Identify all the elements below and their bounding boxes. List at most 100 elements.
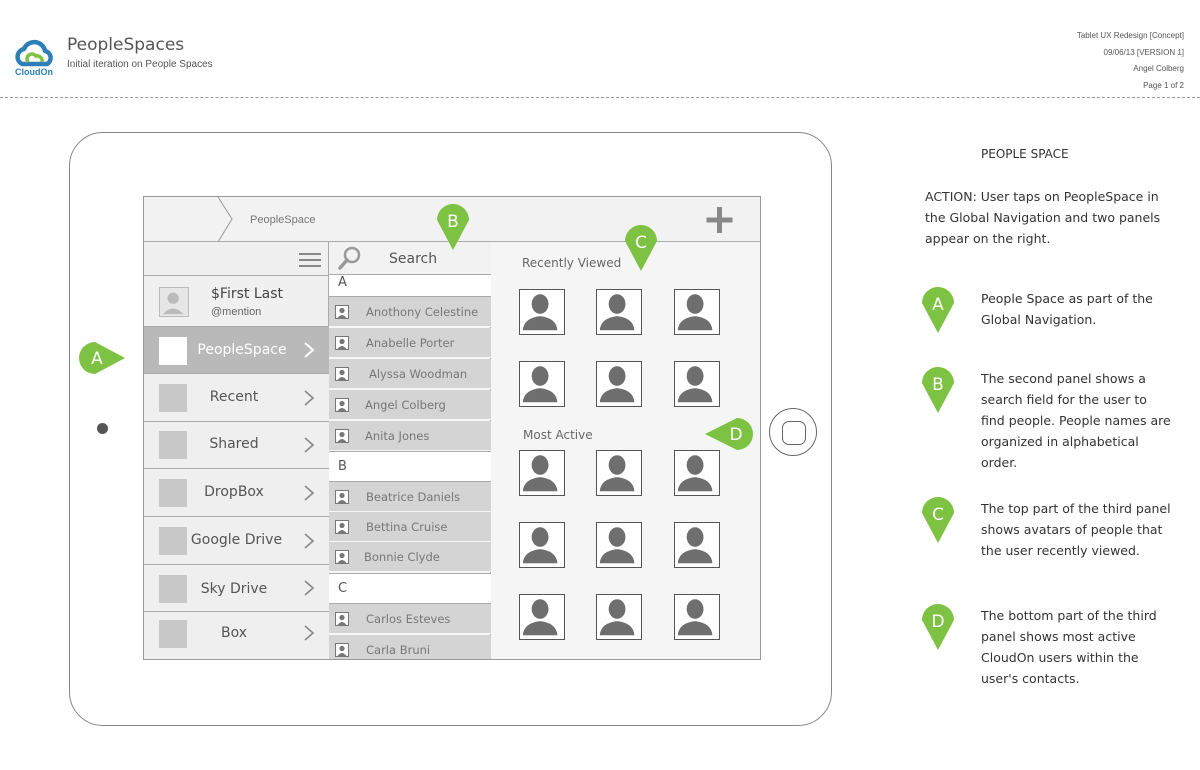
letter-header-b: B: [329, 451, 491, 482]
nav-item-icon: [159, 620, 187, 648]
person-row[interactable]: Carlos Esteves: [329, 604, 491, 634]
person-silhouette-icon: [677, 599, 713, 636]
home-button[interactable]: [769, 408, 817, 456]
person-name: Carla Bruni: [366, 643, 431, 657]
document-meta: Tablet UX Redesign [Concept] 09/06/13 [V…: [1077, 28, 1184, 94]
person-row[interactable]: Anita Jones: [329, 421, 491, 451]
person-silhouette-icon: [677, 455, 713, 492]
add-icon[interactable]: [704, 205, 736, 237]
person-silhouette-icon: [599, 366, 635, 403]
nav-item-box[interactable]: Box: [144, 612, 329, 659]
nav-item-label: Sky Drive: [200, 581, 268, 597]
person-row[interactable]: Angel Colberg: [329, 390, 491, 420]
chevron-right-icon: [304, 342, 315, 358]
camera-dot: [97, 423, 108, 434]
letter-header-a: A: [329, 275, 491, 297]
most-active-avatar[interactable]: [596, 522, 642, 568]
person-silhouette-icon: [522, 527, 558, 564]
annotation-marker-d-label: D: [931, 612, 944, 632]
person-icon: [335, 336, 349, 350]
person-name: Alyssa Woodman: [369, 367, 468, 381]
annotation-text-a: People Space as part of the Global Navig…: [981, 291, 1153, 327]
most-active-avatar[interactable]: [519, 594, 565, 640]
callout-marker-a-label: A: [91, 349, 103, 369]
recently-viewed-avatar[interactable]: [674, 361, 720, 407]
person-row[interactable]: Bettina Cruise: [329, 512, 491, 542]
person-row[interactable]: Anabelle Porter: [329, 328, 491, 358]
home-button-icon: [782, 421, 806, 445]
person-row[interactable]: Beatrice Daniels: [329, 482, 491, 512]
profile-avatar[interactable]: [159, 287, 189, 317]
most-active-avatar[interactable]: [674, 522, 720, 568]
person-icon: [335, 612, 349, 626]
annotation-marker-b: B: [922, 367, 954, 413]
person-silhouette-icon: [677, 294, 713, 331]
recently-viewed-avatar[interactable]: [519, 289, 565, 335]
page-title: PeopleSpaces: [67, 35, 185, 55]
recently-viewed-avatar[interactable]: [519, 361, 565, 407]
tablet-screen: PeopleSpace $First Last @mention PeopleS…: [143, 196, 761, 660]
nav-item-shared[interactable]: Shared: [144, 422, 329, 469]
person-silhouette-icon: [522, 366, 558, 403]
person-silhouette-icon: [599, 527, 635, 564]
person-row[interactable]: Anothony Celestine: [329, 297, 491, 327]
meta-date: 09/06/13 [VERSION 1]: [1103, 47, 1185, 57]
person-silhouette-icon: [677, 527, 713, 564]
callout-marker-b-label: B: [447, 212, 459, 232]
most-active-avatar[interactable]: [519, 450, 565, 496]
annotation-marker-a: A: [922, 287, 954, 333]
annotation-marker-d: D: [922, 604, 954, 650]
people-search-panel: Search A Anothony Celestine Anabelle Por…: [329, 242, 491, 659]
most-active-avatar[interactable]: [519, 522, 565, 568]
most-active-avatar[interactable]: [596, 594, 642, 640]
person-name: Beatrice Daniels: [366, 490, 461, 504]
most-active-avatar[interactable]: [674, 450, 720, 496]
breadcrumb[interactable]: PeopleSpace: [250, 214, 315, 226]
profile-name[interactable]: $First Last: [211, 286, 283, 302]
person-silhouette-icon: [522, 455, 558, 492]
person-name: Anabelle Porter: [366, 336, 455, 350]
recently-viewed-avatar[interactable]: [596, 289, 642, 335]
person-row[interactable]: Alyssa Woodman: [329, 359, 491, 389]
search-label: Search: [389, 251, 438, 267]
person-icon: [162, 292, 184, 315]
most-active-title: Most Active: [523, 428, 593, 442]
person-name: Bettina Cruise: [366, 520, 448, 534]
person-silhouette-icon: [522, 599, 558, 636]
person-icon: [335, 490, 349, 504]
annotation-text-c: The top part of the third panel shows av…: [981, 501, 1171, 558]
person-icon: [335, 429, 349, 443]
nav-item-label: Google Drive: [190, 532, 283, 548]
chevron-right-icon: [304, 485, 315, 501]
nav-item-label: Recent: [209, 389, 259, 405]
most-active-avatar[interactable]: [596, 450, 642, 496]
nav-item-recent[interactable]: Recent: [144, 374, 329, 422]
letter-header-c: C: [329, 573, 491, 604]
person-row[interactable]: Carla Bruni: [329, 635, 491, 659]
nav-item-icon: [159, 527, 187, 555]
nav-item-sky-drive[interactable]: Sky Drive: [144, 565, 329, 612]
person-name: Anothony Celestine: [366, 305, 479, 319]
meta-author: Angel Colberg: [1133, 64, 1184, 73]
annotation-marker-a-label: A: [932, 295, 944, 315]
menu-icon[interactable]: [299, 252, 321, 268]
chevron-right-icon: [304, 625, 315, 641]
nav-item-label: Box: [220, 625, 248, 641]
chevron-right-icon: [304, 437, 315, 453]
nav-item-icon: [159, 479, 187, 507]
nav-item-icon: [159, 431, 187, 459]
recently-viewed-avatar[interactable]: [674, 289, 720, 335]
nav-item-dropbox[interactable]: DropBox: [144, 469, 329, 517]
callout-marker-a: A: [79, 342, 125, 374]
person-icon: [335, 305, 349, 319]
nav-item-label: Shared: [209, 436, 259, 452]
nav-item-google-drive[interactable]: Google Drive: [144, 517, 329, 565]
annotation-text-d: The bottom part of the third panel shows…: [981, 608, 1157, 686]
recently-viewed-title: Recently Viewed: [522, 256, 622, 270]
chevron-right-icon: [304, 390, 315, 406]
recently-viewed-avatar[interactable]: [596, 361, 642, 407]
most-active-avatar[interactable]: [674, 594, 720, 640]
person-row[interactable]: Bonnie Clyde: [329, 542, 491, 572]
person-icon: [335, 520, 349, 534]
nav-item-peoplespace[interactable]: PeopleSpace: [144, 327, 329, 374]
